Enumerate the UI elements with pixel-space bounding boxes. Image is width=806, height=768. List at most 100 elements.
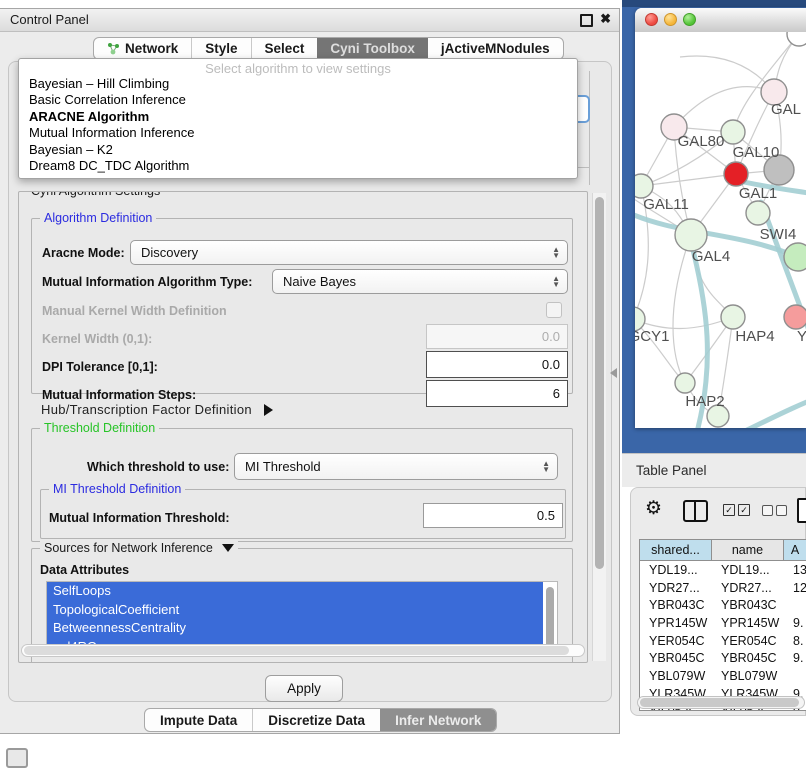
algorithm-option[interactable]: Bayesian – Hill Climbing [19, 76, 577, 92]
network-edge [673, 235, 691, 383]
apply-button[interactable]: Apply [265, 675, 343, 702]
algorithm-definition-title: Algorithm Definition [40, 211, 156, 225]
dpi-tolerance-label: DPI Tolerance [0,1]: [42, 360, 158, 374]
network-node[interactable] [675, 373, 695, 393]
network-node[interactable] [787, 32, 806, 46]
splitter-collapse-icon[interactable] [610, 368, 617, 378]
table-row[interactable]: YER054CYER054C8. [640, 632, 806, 650]
kernel-width-label: Kernel Width (0,1): [42, 332, 152, 346]
tab-cyni-toolbox[interactable]: Cyni Toolbox [317, 38, 428, 59]
table-cell: YBR043C [712, 598, 784, 612]
unchecked-box-icon[interactable] [776, 505, 787, 516]
network-node[interactable] [784, 305, 806, 329]
dpi-tolerance-field[interactable] [426, 351, 568, 378]
minimized-panel-icon[interactable] [6, 748, 28, 768]
document-icon[interactable] [797, 498, 806, 523]
column-header[interactable]: A [784, 540, 806, 560]
float-window-icon[interactable] [580, 14, 593, 27]
tab-label: Select [265, 41, 305, 56]
mi-steps-field[interactable] [426, 380, 568, 407]
table-cell: YER054C [640, 634, 712, 648]
algorithm-dropdown-placeholder: Select algorithm to view settings [19, 61, 577, 76]
network-node[interactable] [721, 120, 745, 144]
table-row[interactable]: YDL19...YDL19...13 [640, 561, 806, 579]
algorithm-option[interactable]: Bayesian – K2 [19, 142, 577, 158]
mi-algorithm-type-combobox[interactable]: Naive Bayes ▲▼ [272, 269, 568, 294]
data-attribute-item[interactable]: SelfLoops [47, 582, 543, 601]
table-panel-bar: Table Panel [622, 453, 806, 487]
algorithm-option[interactable]: Basic Correlation Inference [19, 92, 577, 108]
control-panel-tabbar: Network Style Select Cyni Toolbox jActiveMNo… [93, 37, 564, 60]
table-cell: YPR145W [712, 616, 784, 630]
table-cell: 12 [784, 581, 806, 595]
data-attribute-item[interactable]: BetweennessCentrality [47, 619, 543, 638]
cyni-bottom-tabbar: Impute DataDiscretize DataInfer Network [144, 708, 497, 732]
algorithm-option[interactable]: Dream8 DC_TDC Algorithm [19, 158, 577, 174]
table-row[interactable]: YBL079WYBL079W [640, 667, 806, 685]
network-edge-thick [747, 394, 806, 428]
settings-vertical-scrollbar-thumb[interactable] [595, 197, 604, 569]
columns-icon[interactable] [683, 500, 708, 522]
network-node[interactable] [675, 219, 707, 251]
network-window-titlebar [635, 8, 806, 33]
column-header[interactable]: name [712, 540, 784, 560]
collapse-down-icon [222, 544, 234, 552]
manual-kernel-width-label: Manual Kernel Width Definition [42, 304, 227, 318]
network-node[interactable] [635, 174, 653, 198]
network-node[interactable] [784, 243, 806, 271]
gear-icon[interactable]: ⚙ [645, 498, 662, 520]
network-edge [680, 56, 774, 92]
tab-label: Style [205, 41, 237, 56]
table-horizontal-scrollbar-thumb[interactable] [640, 698, 799, 707]
column-header[interactable]: shared... [640, 540, 712, 560]
settings-horizontal-scrollbar[interactable] [21, 644, 585, 657]
mi-threshold-field[interactable] [423, 503, 563, 528]
expand-right-icon [264, 404, 273, 416]
minimize-traffic-light-icon[interactable] [664, 13, 677, 26]
network-node-label: GAL10 [733, 144, 780, 161]
bottom-tab-impute-data[interactable]: Impute Data [145, 709, 252, 731]
tab-style[interactable]: Style [191, 38, 250, 59]
table-horizontal-scrollbar[interactable] [637, 696, 805, 709]
aracne-mode-combobox[interactable]: Discovery ▲▼ [130, 240, 568, 265]
settings-horizontal-scrollbar-thumb[interactable] [24, 646, 569, 655]
unchecked-box-icon[interactable] [762, 505, 773, 516]
zoom-traffic-light-icon[interactable] [683, 13, 696, 26]
kernel-width-field[interactable] [426, 324, 568, 349]
algorithm-option[interactable]: ARACNE Algorithm [19, 109, 577, 125]
network-node[interactable] [746, 201, 770, 225]
cyni-algorithm-settings-title: Cyni Algorithm Settings [27, 191, 164, 198]
network-node-label: GAL [771, 101, 801, 118]
algorithm-definition-groupbox: Algorithm Definition Aracne Mode: Discov… [31, 218, 573, 394]
algorithm-option[interactable]: Mutual Information Inference [19, 125, 577, 141]
close-icon[interactable]: ✖ [600, 11, 611, 27]
manual-kernel-width-checkbox[interactable] [546, 302, 562, 318]
settings-vertical-scrollbar[interactable] [592, 193, 606, 661]
table-cell: 8. [784, 634, 806, 648]
table-row[interactable]: YBR045CYBR045C9. [640, 649, 806, 667]
table-cell: YDL19... [712, 563, 784, 577]
table-row[interactable]: YDR27...YDR27...12 [640, 579, 806, 597]
network-node[interactable] [724, 162, 748, 186]
mi-threshold-definition-groupbox: MI Threshold Definition Mutual Informati… [40, 489, 566, 539]
checked-box-icon[interactable]: ✓ [723, 504, 735, 516]
tab-label: jActiveMNodules [441, 41, 550, 56]
tab-jactivemnodules[interactable]: jActiveMNodules [428, 38, 563, 59]
data-attribute-item[interactable]: TopologicalCoefficient [47, 601, 543, 620]
checked-box-icon[interactable]: ✓ [738, 504, 750, 516]
bottom-tab-infer-network[interactable]: Infer Network [380, 709, 496, 731]
network-node[interactable] [721, 305, 745, 329]
tab-select[interactable]: Select [251, 38, 318, 59]
combo-stepper-icon: ▲▼ [552, 247, 560, 258]
network-canvas[interactable]: GALGAL80GAL10GAL1GAL11SWI4GAL4GCY1HAP4YH… [635, 32, 806, 428]
table-row[interactable]: YBR043CYBR043C [640, 596, 806, 614]
hub-tf-definition-expander[interactable]: Hub/Transcription Factor Definition [41, 402, 273, 417]
bottom-tab-discretize-data[interactable]: Discretize Data [252, 709, 380, 731]
which-threshold-combobox[interactable]: MI Threshold ▲▼ [234, 453, 558, 480]
tab-network[interactable]: Network [94, 38, 191, 59]
close-traffic-light-icon[interactable] [645, 13, 658, 26]
list-scrollbar-thumb[interactable] [546, 587, 554, 649]
table-row[interactable]: YPR145WYPR145W9. [640, 614, 806, 632]
table-cell: YBR043C [640, 598, 712, 612]
sources-title[interactable]: Sources for Network Inference [40, 541, 238, 555]
